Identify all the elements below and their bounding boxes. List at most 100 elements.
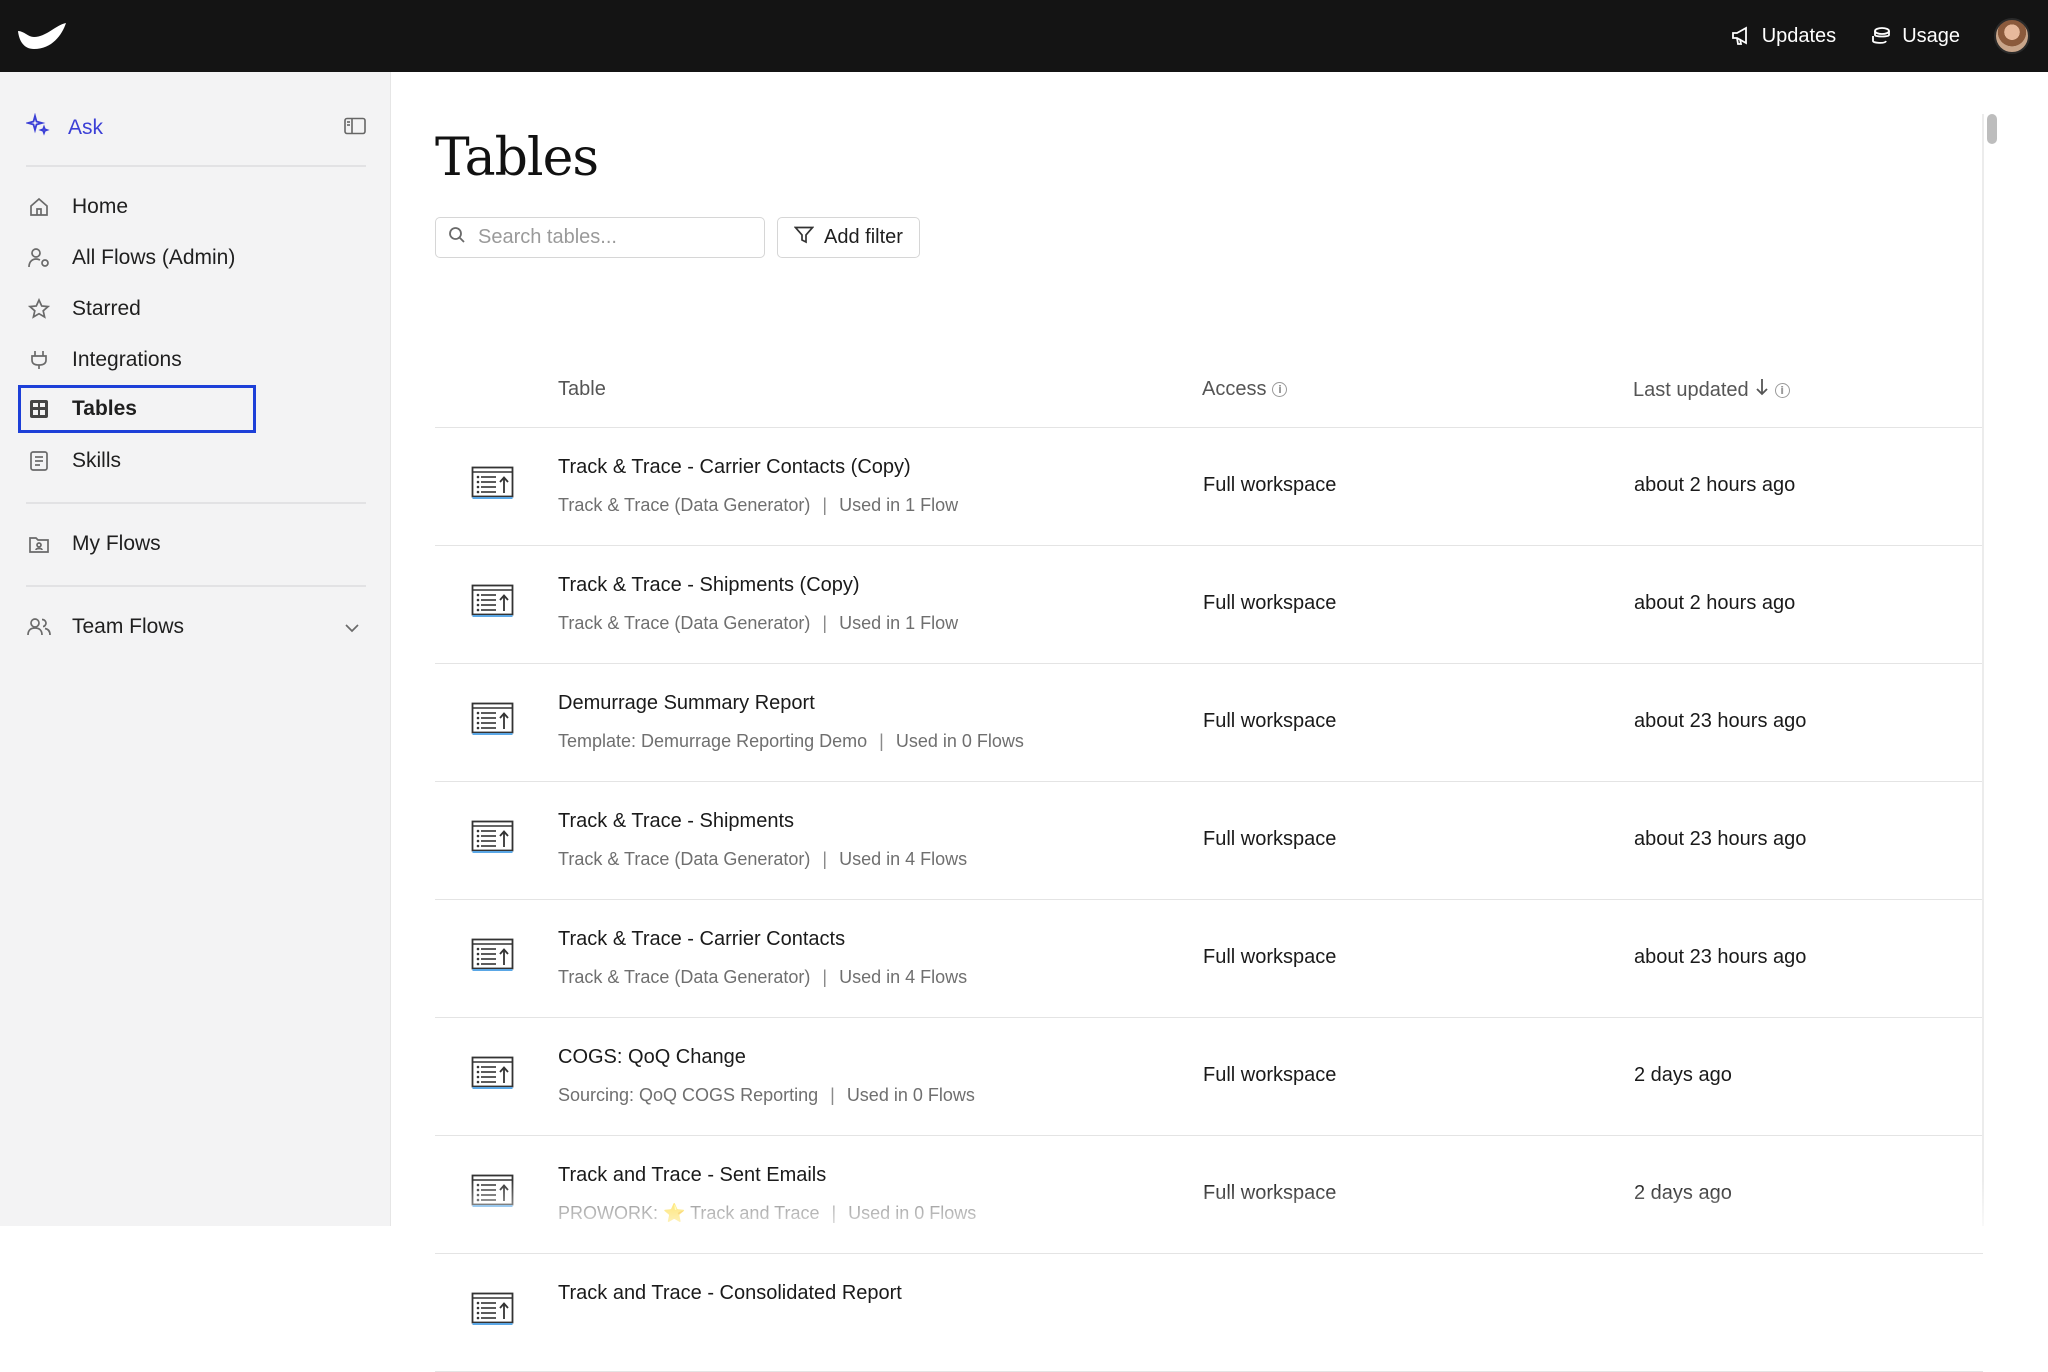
table-upload-icon	[471, 702, 515, 741]
table-upload-icon	[471, 1056, 515, 1095]
table-row[interactable]: Demurrage Summary Report Template: Demurr…	[435, 664, 1983, 782]
table-last-updated: about 23 hours ago	[1634, 828, 1807, 850]
table-meta: Track & Trace (Data Generator) | Used in 1…	[558, 495, 958, 516]
meta-separator: |	[879, 731, 884, 751]
table-name[interactable]: Demurrage Summary Report	[558, 692, 815, 715]
table-row[interactable]: Track and Trace - Sent Emails PROWORK: ⭐ …	[435, 1136, 1983, 1254]
table-name[interactable]: COGS: QoQ Change	[558, 1046, 746, 1069]
home-icon	[26, 194, 52, 220]
table-source[interactable]: Track & Trace (Data Generator)	[558, 967, 810, 988]
table-upload-icon	[471, 820, 515, 859]
meta-separator: |	[822, 495, 828, 515]
table-name[interactable]: Track and Trace - Sent Emails	[558, 1164, 826, 1187]
users-icon	[26, 614, 52, 640]
updates-label: Updates	[1761, 24, 1837, 47]
table-source[interactable]: Template: Demurrage Reporting Demo	[558, 731, 867, 752]
table-row[interactable]: COGS: QoQ Change Sourcing: QoQ COGS Repor…	[435, 1018, 1983, 1136]
chevron-down-icon[interactable]	[344, 615, 360, 639]
star-icon	[26, 296, 52, 322]
sort-arrow-down-icon[interactable]	[1755, 378, 1769, 402]
table-usage: Used in 4 Flows	[839, 849, 968, 869]
table-meta: Track & Trace (Data Generator) | Used in 1…	[558, 613, 958, 634]
ask-label: Ask	[68, 116, 104, 139]
search-box[interactable]	[435, 217, 765, 258]
table-source[interactable]: Track & Trace (Data Generator)	[558, 495, 810, 516]
table-usage: Used in 0 Flows	[895, 731, 1024, 751]
column-header-table[interactable]: Table	[558, 378, 606, 401]
sidebar-item-label: Tables	[72, 397, 137, 420]
table-last-updated: 2 days ago	[1634, 1182, 1732, 1204]
column-header-label: Last updated	[1633, 378, 1749, 401]
sidebar-item-tables[interactable]: Tables	[18, 385, 256, 433]
table-source[interactable]: PROWORK: ⭐ Track and Trace	[558, 1203, 819, 1224]
sidebar-item-label: Team Flows	[72, 615, 185, 638]
avatar[interactable]	[1994, 18, 2030, 54]
sidebar-item-integrations[interactable]: Integrations	[18, 336, 256, 384]
sidebar-item-label: All Flows (Admin)	[72, 246, 236, 269]
sidebar-item-label: Starred	[72, 297, 141, 320]
table-name[interactable]: Track & Trace - Carrier Contacts	[558, 928, 845, 951]
column-header-last-updated[interactable]: Last updated i	[1633, 378, 1790, 402]
usage-link[interactable]: Usage	[1870, 25, 1960, 48]
table-upload-icon	[471, 1174, 515, 1213]
table-upload-icon	[471, 466, 515, 505]
table-row[interactable]: Track & Trace - Shipments Track & Trace (…	[435, 782, 1983, 900]
table-source[interactable]: Track & Trace (Data Generator)	[558, 849, 810, 870]
info-icon[interactable]: i	[1272, 382, 1288, 397]
table-row[interactable]: Track and Trace - Consolidated Report	[435, 1254, 1983, 1372]
sidebar-item-starred[interactable]: Starred	[18, 285, 256, 333]
add-filter-button[interactable]: Add filter	[777, 217, 920, 258]
table-source[interactable]: Track & Trace (Data Generator)	[558, 613, 810, 634]
table-name[interactable]: Track & Trace - Shipments (Copy)	[558, 574, 860, 597]
table-name[interactable]: Track and Trace - Consolidated Report	[558, 1282, 902, 1305]
sidebar-item-label: Integrations	[72, 348, 182, 371]
table-icon	[26, 396, 52, 422]
table-row[interactable]: Track & Trace - Shipments (Copy) Track & …	[435, 546, 1983, 664]
sidebar-toggle-icon[interactable]	[344, 117, 366, 140]
table-upload-icon	[471, 938, 515, 977]
meta-separator: |	[822, 849, 828, 869]
meta-separator: |	[830, 1085, 835, 1105]
table-name[interactable]: Track & Trace - Shipments	[558, 810, 794, 833]
table-access: Full workspace	[1203, 710, 1337, 732]
ask-button[interactable]: Ask	[24, 112, 104, 143]
table-last-updated: about 2 hours ago	[1634, 474, 1796, 496]
sidebar-item-label: Home	[72, 195, 129, 218]
sidebar-divider	[26, 585, 366, 587]
info-icon[interactable]: i	[1774, 382, 1790, 398]
column-header-label: Table	[558, 378, 606, 400]
sidebar-item-label: Skills	[72, 449, 122, 472]
updates-link[interactable]: Updates	[1730, 24, 1837, 48]
sidebar-item-all-flows-admin[interactable]: All Flows (Admin)	[18, 234, 256, 282]
sidebar: Ask Home All Flows (Admin) Starred Integ…	[0, 72, 391, 1226]
sidebar-item-home[interactable]: Home	[18, 183, 256, 231]
scrollbar-thumb[interactable]	[1987, 114, 1997, 144]
app-logo-icon[interactable]	[16, 18, 68, 54]
table-meta: Track & Trace (Data Generator) | Used in 4…	[558, 967, 967, 988]
sidebar-item-my-flows[interactable]: My Flows	[18, 520, 256, 568]
sidebar-item-skills[interactable]: Skills	[18, 437, 256, 485]
table-access: Full workspace	[1203, 1064, 1337, 1086]
column-header-label: Access	[1202, 378, 1267, 400]
top-bar: Updates Usage	[0, 0, 2048, 72]
table-upload-icon	[471, 584, 515, 623]
folder-user-icon	[26, 531, 52, 557]
table-name[interactable]: Track & Trace - Carrier Contacts (Copy)	[558, 456, 911, 479]
table-source[interactable]: Sourcing: QoQ COGS Reporting	[558, 1085, 818, 1106]
table-header: Table Access i Last updated i	[435, 342, 1983, 428]
usage-label: Usage	[1902, 24, 1960, 47]
table-access: Full workspace	[1203, 828, 1337, 850]
table-usage: Used in 1 Flow	[839, 495, 959, 515]
meta-separator: |	[831, 1203, 837, 1223]
search-input[interactable]	[478, 226, 738, 249]
table-meta: Template: Demurrage Reporting Demo | Used …	[558, 731, 1024, 752]
meta-separator: |	[822, 967, 828, 987]
column-header-access[interactable]: Access i	[1202, 378, 1288, 401]
table-last-updated: about 23 hours ago	[1634, 946, 1807, 968]
table-last-updated: about 2 hours ago	[1634, 592, 1796, 614]
table-row[interactable]: Track & Trace - Carrier Contacts (Copy) T…	[435, 428, 1983, 546]
table-row[interactable]: Track & Trace - Carrier Contacts Track & …	[435, 900, 1983, 1018]
user-gear-icon	[26, 245, 52, 271]
sidebar-item-team-flows[interactable]: Team Flows	[18, 603, 360, 651]
table-upload-icon	[471, 1292, 515, 1331]
